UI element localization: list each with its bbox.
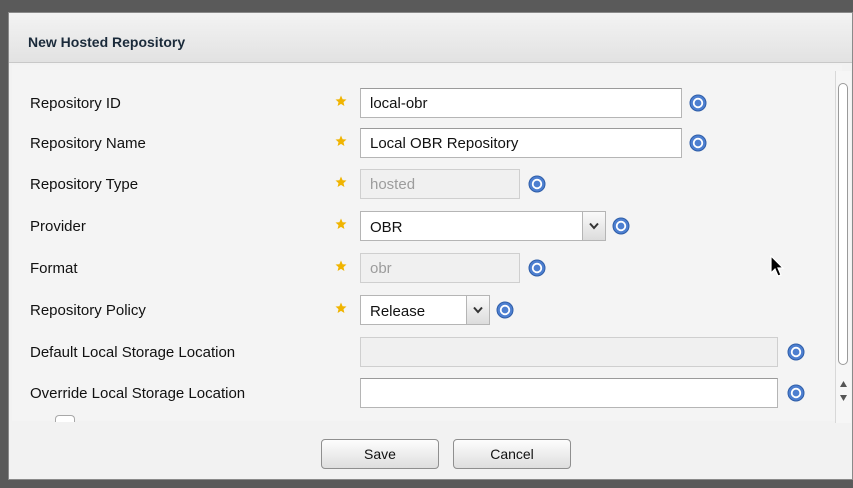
repository-id-label: Repository ID [30,95,121,112]
repository-type-field [360,169,520,199]
provider-row: Provider OBR [12,211,842,241]
chevron-down-icon[interactable] [466,296,489,324]
override-storage-field[interactable] [360,378,778,408]
default-storage-field [360,337,778,367]
repository-form: Repository ID Repository Name Repository… [12,65,842,421]
help-icon[interactable] [689,94,707,112]
repository-name-label: Repository Name [30,135,146,152]
help-icon[interactable] [528,259,546,277]
help-icon[interactable] [689,134,707,152]
repository-id-row: Repository ID [12,88,842,118]
repository-type-label: Repository Type [30,176,139,193]
repository-name-row: Repository Name [12,128,842,158]
format-row: Format [12,253,842,283]
help-icon[interactable] [612,217,630,235]
form-scrollbar[interactable] [835,71,851,423]
required-star-icon [335,176,347,188]
help-icon[interactable] [787,384,805,402]
repository-name-field[interactable] [360,128,682,158]
default-storage-label: Default Local Storage Location [30,344,236,361]
default-storage-row: Default Local Storage Location [12,337,842,367]
override-storage-row: Override Local Storage Location [12,378,842,408]
help-icon[interactable] [496,301,514,319]
override-storage-label: Override Local Storage Location [30,385,246,402]
panel-header: New Hosted Repository [9,13,852,63]
repository-policy-select[interactable]: Release [360,295,490,325]
partial-checkbox[interactable] [55,415,75,422]
required-star-icon [335,95,347,107]
required-star-icon [335,218,347,230]
cancel-button[interactable]: Cancel [453,439,571,469]
save-button[interactable]: Save [321,439,439,469]
repository-type-row: Repository Type [12,169,842,199]
format-field [360,253,520,283]
help-icon[interactable] [528,175,546,193]
repository-policy-selected-value: Release [370,303,426,320]
provider-label: Provider [30,218,86,235]
format-label: Format [30,260,78,277]
required-star-icon [335,260,347,272]
scrollbar-thumb[interactable] [838,83,848,365]
repository-policy-label: Repository Policy [30,302,146,319]
scroll-up-arrow-icon[interactable] [838,379,849,389]
new-hosted-repository-panel: New Hosted Repository Repository ID Repo… [8,12,853,480]
required-star-icon [335,302,347,314]
chevron-down-icon[interactable] [582,212,605,240]
provider-selected-value: OBR [370,219,403,236]
help-icon[interactable] [787,343,805,361]
mouse-cursor-icon [770,255,785,277]
repository-id-field[interactable] [360,88,682,118]
scroll-down-arrow-icon[interactable] [838,393,849,403]
provider-select[interactable]: OBR [360,211,606,241]
repository-policy-row: Repository Policy Release [12,295,842,325]
panel-title: New Hosted Repository [28,34,186,50]
required-star-icon [335,135,347,147]
